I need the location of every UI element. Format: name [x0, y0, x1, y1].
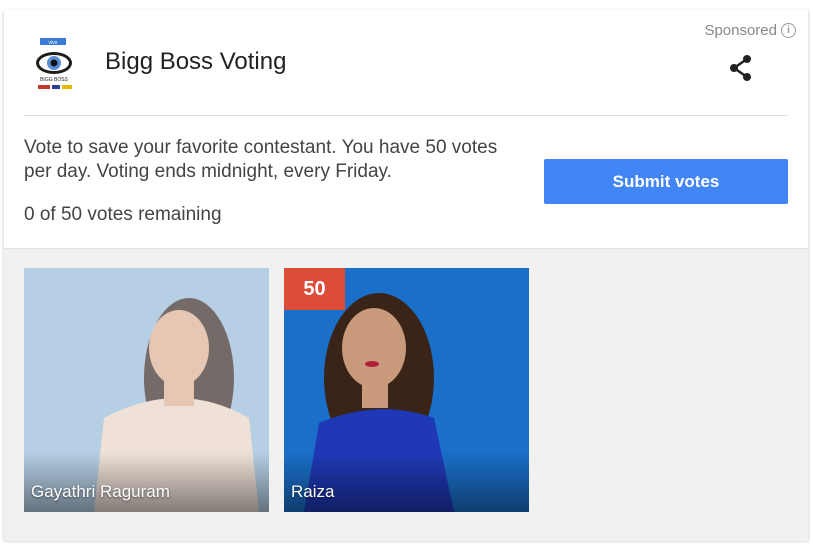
submit-votes-button[interactable]: Submit votes: [544, 159, 788, 204]
contestant-name: Raiza: [291, 482, 335, 501]
card-header: vivo BIGG BOSS Bigg Boss Voting Sponsore…: [4, 10, 808, 115]
contestant-gallery: Gayathri Raguram 50 Raiza: [4, 248, 808, 541]
voting-card: vivo BIGG BOSS Bigg Boss Voting Sponsore…: [4, 10, 808, 541]
contestant-name: Gayathri Raguram: [31, 482, 170, 501]
bigg-boss-eye-logo: vivo BIGG BOSS: [28, 36, 80, 90]
logo-brand-text: vivo: [49, 40, 58, 46]
share-icon[interactable]: [728, 54, 754, 82]
header-divider: [24, 115, 788, 116]
sponsored-text: Sponsored: [704, 22, 777, 39]
contestant-card-gayathri[interactable]: Gayathri Raguram: [24, 268, 269, 512]
info-icon[interactable]: i: [781, 23, 796, 38]
voting-description: Vote to save your favorite contestant. Y…: [24, 137, 498, 182]
sponsored-label[interactable]: Sponsored i: [704, 22, 796, 39]
vote-count-badge: 50: [284, 268, 345, 310]
logo-show-text: BIGG BOSS: [40, 77, 68, 83]
card-title: Bigg Boss Voting: [105, 48, 287, 75]
votes-remaining: 0 of 50 votes remaining: [24, 204, 222, 225]
contestant-card-raiza[interactable]: 50 Raiza: [284, 268, 529, 512]
